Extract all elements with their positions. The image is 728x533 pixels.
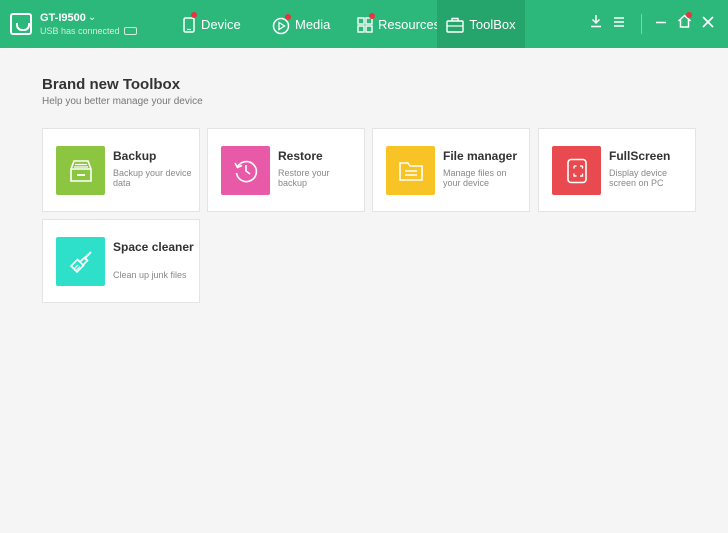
tool-description: Manage files on your device <box>443 168 507 188</box>
tab-device[interactable]: Device <box>182 0 241 48</box>
tab-toolbox[interactable]: ToolBox <box>437 0 525 48</box>
tool-title: Backup <box>113 149 157 163</box>
tool-card-backup[interactable]: Backup Backup your device data <box>42 128 200 212</box>
tool-description: Clean up junk files <box>113 270 187 280</box>
fullscreen-icon <box>552 146 601 195</box>
tab-label: Device <box>201 16 241 32</box>
tool-description: Restore your backup <box>278 168 330 188</box>
tab-resources[interactable]: Resources <box>357 0 440 48</box>
notification-dot <box>686 12 692 18</box>
tool-card-restore[interactable]: Restore Restore your backup <box>207 128 365 212</box>
home-icon[interactable] <box>675 12 693 32</box>
download-icon[interactable] <box>587 14 605 32</box>
notification-dot <box>285 14 291 20</box>
backup-icon <box>56 146 105 195</box>
tab-label: ToolBox <box>469 16 516 32</box>
notification-dot <box>191 12 197 18</box>
chevron-down-icon[interactable]: ⌄ <box>88 12 96 23</box>
tool-title: FullScreen <box>609 149 671 163</box>
menu-icon[interactable] <box>610 14 628 32</box>
tool-title: Restore <box>278 149 323 163</box>
folder-icon <box>386 146 435 195</box>
tool-description: Backup your device data <box>113 168 192 188</box>
tool-description: Display device screen on PC <box>609 168 668 188</box>
notification-dot <box>369 13 375 19</box>
top-bar: GT-I9500 ⌄ USB has connected Device Medi… <box>0 0 728 48</box>
divider <box>641 14 642 34</box>
play-icon <box>272 14 291 35</box>
tool-card-fullscreen[interactable]: FullScreen Display device screen on PC <box>538 128 696 212</box>
page-subtitle: Help you better manage your device <box>42 96 203 107</box>
phone-icon <box>182 12 197 33</box>
restore-icon <box>221 146 270 195</box>
minimize-icon[interactable] <box>652 14 670 32</box>
tab-label: Media <box>295 16 331 32</box>
tool-title: Space cleaner <box>113 240 194 254</box>
device-logo-icon <box>10 13 32 35</box>
grid-icon <box>357 13 375 33</box>
close-icon[interactable] <box>699 14 717 32</box>
tab-media[interactable]: Media <box>272 0 330 48</box>
tool-card-file-manager[interactable]: File manager Manage files on your device <box>372 128 530 212</box>
broom-icon <box>56 237 105 286</box>
tool-card-space-cleaner[interactable]: Space cleaner Clean up junk files <box>42 219 200 303</box>
page-title: Brand new Toolbox <box>42 76 181 93</box>
toolbox-icon <box>446 17 465 33</box>
device-status: USB has connected <box>40 26 120 36</box>
battery-icon <box>124 27 137 35</box>
tab-label: Resources <box>378 16 441 32</box>
tool-title: File manager <box>443 149 518 163</box>
device-name: GT-I9500 <box>40 12 86 24</box>
